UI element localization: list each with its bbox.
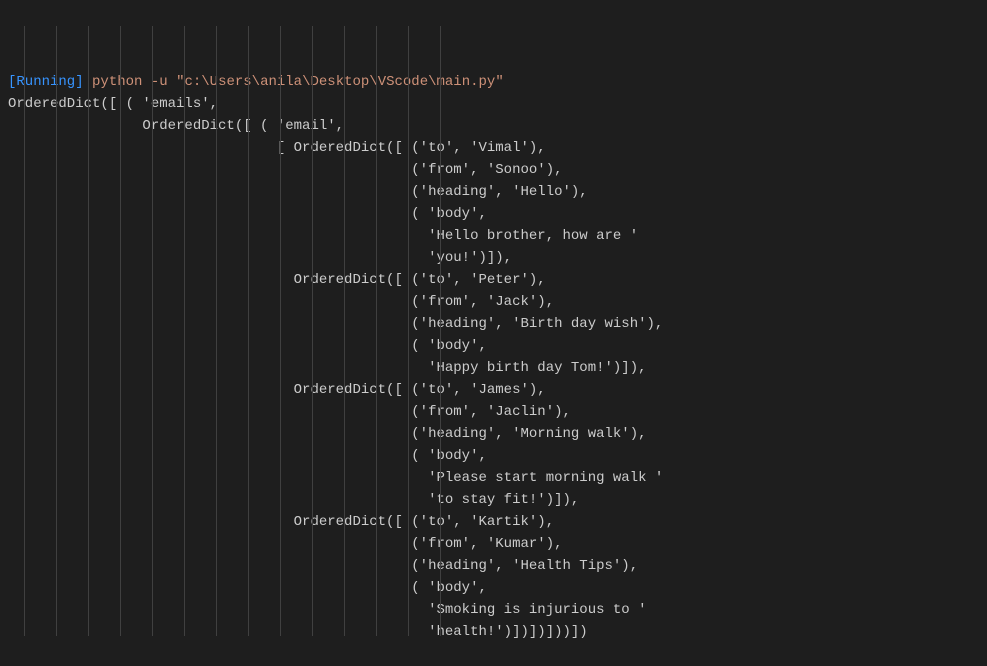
output-line: OrderedDict([ ( 'emails', [8, 93, 979, 115]
output-line: 'Smoking is injurious to ' [8, 599, 979, 621]
output-line: ('heading', 'Morning walk'), [8, 423, 979, 445]
output-line: ('heading', 'Health Tips'), [8, 555, 979, 577]
output-line: OrderedDict([ ('to', 'Peter'), [8, 269, 979, 291]
output-line: ('heading', 'Hello'), [8, 181, 979, 203]
output-line: ('from', 'Sonoo'), [8, 159, 979, 181]
command-line: [Running] python -u "c:\Users\anila\Desk… [8, 71, 979, 93]
output-line: ( 'body', [8, 335, 979, 357]
command-interpreter: python -u [92, 74, 168, 90]
output-line: ('from', 'Kumar'), [8, 533, 979, 555]
terminal-output[interactable]: [Running] python -u "c:\Users\anila\Desk… [8, 4, 979, 666]
output-line: ( 'body', [8, 203, 979, 225]
output-line: 'Please start morning walk ' [8, 467, 979, 489]
output-line: 'health!')])])]))]) [8, 621, 979, 643]
running-label: [Running] [8, 74, 84, 90]
output-line: [ OrderedDict([ ('to', 'Vimal'), [8, 137, 979, 159]
output-line: ( 'body', [8, 445, 979, 467]
output-line: OrderedDict([ ( 'email', [8, 115, 979, 137]
output-line: ( 'body', [8, 577, 979, 599]
output-line: ('heading', 'Birth day wish'), [8, 313, 979, 335]
output-line: 'Hello brother, how are ' [8, 225, 979, 247]
command-path: "c:\Users\anila\Desktop\VScode\main.py" [176, 74, 504, 90]
output-line: ('from', 'Jack'), [8, 291, 979, 313]
output-line: OrderedDict([ ('to', 'James'), [8, 379, 979, 401]
output-line: OrderedDict([ ('to', 'Kartik'), [8, 511, 979, 533]
output-line: 'you!')]), [8, 247, 979, 269]
output-line: 'to stay fit!')]), [8, 489, 979, 511]
output-line: 'Happy birth day Tom!')]), [8, 357, 979, 379]
output-line: ('from', 'Jaclin'), [8, 401, 979, 423]
